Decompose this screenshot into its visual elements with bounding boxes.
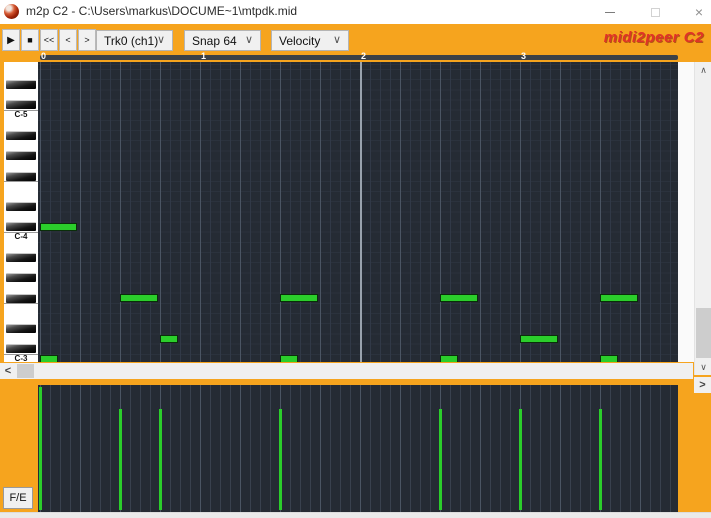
track-dropdown-value: Trk0 (ch1) [104,33,159,48]
window-bottom-edge [0,512,711,518]
chevron-up-icon: ∧ [700,64,707,75]
piano-black-key[interactable] [6,151,36,161]
white-key-separator [4,303,38,305]
piano-black-key[interactable] [6,344,36,354]
midi-note[interactable] [120,294,158,303]
title-bar: m2p C2 - C:\Users\markus\DOCUME~1\mtpdk.… [0,0,711,24]
stop-icon: ■ [27,35,33,45]
piano-black-key[interactable] [6,324,36,334]
piano-black-key[interactable] [6,202,36,212]
note-grid[interactable] [38,62,678,362]
velocity-stem[interactable] [279,409,282,510]
minimize-icon [605,11,615,13]
velocity-stem[interactable] [519,409,522,510]
piano-black-key[interactable] [6,273,36,283]
piano-black-key[interactable] [6,293,36,303]
close-button[interactable]: × [684,0,711,24]
step-back-button[interactable]: < [59,29,77,51]
vertical-scrollbar[interactable]: ∧ ∨ [694,62,711,375]
app-window: m2p C2 - C:\Users\markus\DOCUME~1\mtpdk.… [0,0,711,518]
octave-label: C-5 [14,110,28,119]
stop-button[interactable]: ■ [21,29,39,51]
ruler-mark: 0 [41,51,47,61]
maximize-icon [650,7,660,17]
fe-button[interactable]: F/E [3,487,33,509]
velocity-stem[interactable] [159,409,162,510]
ruler: 0 1 2 3 [0,51,711,62]
play-icon: ▶ [7,34,15,46]
midi-note[interactable] [280,355,298,362]
piano-black-key[interactable] [6,130,36,140]
ruler-mark: 1 [201,51,207,61]
horizontal-scroll-thumb[interactable] [17,364,34,378]
piano-keyboard[interactable]: C-5 C-4 C-3 [4,62,38,362]
step-back-icon: < [65,35,71,45]
vertical-scroll-thumb[interactable] [696,308,711,358]
midi-note[interactable] [160,334,178,343]
step-forward-icon: > [84,35,90,45]
app-icon [4,4,19,19]
step-forward-button[interactable]: > [78,29,96,51]
snap-dropdown[interactable]: Snap 64 ∨ [184,30,261,51]
midi-note[interactable] [600,294,638,303]
horizontal-scrollbar[interactable]: < [0,363,693,379]
velocity-panel[interactable] [38,385,678,512]
piano-black-key[interactable] [6,79,36,89]
midi-note[interactable] [600,355,618,362]
velocity-stem[interactable] [599,409,602,510]
midi-note[interactable] [520,334,558,343]
white-key-separator [4,181,38,183]
chevron-down-icon: ∨ [244,34,253,46]
rewind-icon: << [43,35,55,45]
scroll-right-button[interactable]: > [694,377,711,393]
ruler-mark: 2 [361,51,367,61]
mode-dropdown[interactable]: Velocity ∨ [271,30,349,51]
chevron-down-icon: ∨ [332,34,341,46]
octave-label: C-4 [14,232,28,242]
scroll-up-button[interactable]: ∧ [695,62,711,78]
chevron-left-icon: < [4,365,12,377]
playback-cursor [360,62,362,362]
minimize-button[interactable] [595,0,625,24]
midi-note[interactable] [40,355,58,362]
midi-note[interactable] [280,294,318,303]
rewind-button[interactable]: << [40,29,58,51]
midi-note[interactable] [440,294,478,303]
chevron-right-icon: > [699,379,706,391]
velocity-stem[interactable] [39,387,42,510]
mode-dropdown-value: Velocity [279,33,321,48]
app-logo: midi2peer C2 [603,29,704,46]
piano-black-key[interactable] [6,171,36,181]
piano-black-key[interactable] [6,222,36,232]
track-dropdown[interactable]: Trk0 (ch1) ∨ [96,30,173,51]
maximize-button[interactable] [640,0,670,24]
midi-note[interactable] [440,355,458,362]
ruler-mark: 3 [521,51,527,61]
play-button[interactable]: ▶ [2,29,20,51]
piano-black-key[interactable] [6,252,36,262]
close-icon: × [694,4,704,20]
chevron-down-icon: ∨ [156,34,165,46]
velocity-stem[interactable] [439,409,442,510]
snap-dropdown-value: Snap 64 [192,33,237,48]
midi-note[interactable] [40,222,77,231]
velocity-stem[interactable] [119,409,122,510]
grid-right-gutter [678,62,694,362]
octave-label: C-3 [14,354,28,362]
chevron-down-icon: ∨ [700,361,707,372]
scroll-down-button[interactable]: ∨ [695,359,711,375]
window-title: m2p C2 - C:\Users\markus\DOCUME~1\mtpdk.… [26,4,298,18]
scroll-left-button[interactable]: < [0,363,16,379]
piano-black-key[interactable] [6,100,36,110]
